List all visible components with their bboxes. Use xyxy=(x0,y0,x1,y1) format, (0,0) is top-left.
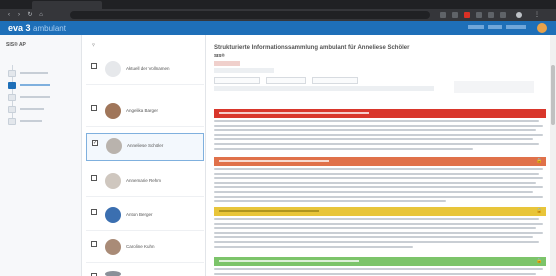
header-link[interactable] xyxy=(506,25,526,29)
address-bar[interactable] xyxy=(70,11,430,19)
patient-name: Caroline Kuhn xyxy=(126,244,155,249)
lock-icon[interactable]: 🔒 xyxy=(536,209,542,214)
step-marker xyxy=(8,82,16,89)
patient-item[interactable]: Aktuell der Vollnamen xyxy=(86,57,204,85)
avatar xyxy=(105,103,121,119)
profile-icon[interactable] xyxy=(516,12,522,18)
sidebar-step[interactable] xyxy=(8,117,78,126)
forward-icon[interactable]: › xyxy=(16,12,22,18)
section-text[interactable] xyxy=(214,218,546,250)
avatar xyxy=(106,138,122,154)
back-icon[interactable]: ‹ xyxy=(6,12,12,18)
patient-checkbox[interactable] xyxy=(91,175,97,181)
avatar xyxy=(105,173,121,189)
extension-icon[interactable] xyxy=(476,12,482,18)
status-badge xyxy=(214,61,240,66)
extension-icon[interactable] xyxy=(500,12,506,18)
step-label xyxy=(20,95,50,99)
sidebar: SIS® AP xyxy=(0,35,82,276)
step-label xyxy=(20,119,42,123)
sidebar-step[interactable] xyxy=(8,69,78,78)
step-label xyxy=(20,83,50,87)
search-icon: ⚲ xyxy=(92,42,95,47)
patient-item[interactable]: Caroline Kuhn xyxy=(86,235,204,263)
browser-tab[interactable] xyxy=(32,1,102,9)
page-title: Strukturierte Informationssammlung ambul… xyxy=(214,45,410,51)
section-header[interactable]: 🔒 xyxy=(214,207,546,216)
avatar xyxy=(105,271,121,276)
section-header[interactable] xyxy=(214,109,546,118)
lock-icon[interactable]: 🔒 xyxy=(536,159,542,164)
section-header[interactable]: 🔒 xyxy=(214,257,546,266)
sidebar-step[interactable] xyxy=(8,105,78,114)
meta-subtitle xyxy=(214,68,274,73)
logo-sub: ambulant xyxy=(33,24,66,33)
patient-list: ⚲ Aktuell der Vollnamen Angelika Barger … xyxy=(82,35,206,276)
avatar xyxy=(105,239,121,255)
logo-main: eva 3 xyxy=(8,23,31,33)
patient-item[interactable]: Annemarie Rehm xyxy=(86,169,204,197)
meta-field[interactable] xyxy=(214,77,260,84)
patient-item[interactable] xyxy=(86,267,204,276)
patient-name: Aktuell der Vollnamen xyxy=(126,66,170,71)
scroll-thumb[interactable] xyxy=(551,65,555,125)
menu-icon[interactable]: ⋮ xyxy=(534,12,540,18)
patient-checkbox[interactable] xyxy=(91,241,97,247)
step-label xyxy=(20,71,48,75)
topic-section: 🔒 xyxy=(214,257,546,276)
lock-icon[interactable]: 🔒 xyxy=(536,259,542,264)
step-marker xyxy=(8,94,16,101)
header-link[interactable] xyxy=(468,25,484,29)
sidebar-step[interactable] xyxy=(8,93,78,102)
sidebar-title: SIS® AP xyxy=(6,42,26,48)
patient-checkbox[interactable] xyxy=(91,209,97,215)
section-text[interactable] xyxy=(214,268,546,276)
sidebar-step-active[interactable] xyxy=(8,81,78,90)
patient-name: Anneliese Schöler xyxy=(127,143,164,148)
meta-field[interactable] xyxy=(266,77,306,84)
section-text[interactable] xyxy=(214,120,546,152)
meta-header: SIS® xyxy=(214,53,225,58)
meta-labels xyxy=(214,86,434,91)
patient-checkbox[interactable]: ✓ xyxy=(92,140,98,146)
topic-section: 🔒 xyxy=(214,157,546,207)
user-avatar[interactable] xyxy=(537,23,547,33)
meta-note xyxy=(454,81,534,93)
patient-name: Anton Berger xyxy=(126,212,153,217)
extension-icon[interactable] xyxy=(452,12,458,18)
patient-item-selected[interactable]: ✓ Anneliese Schöler xyxy=(86,133,204,161)
patient-item[interactable]: Angelika Barger xyxy=(86,99,204,127)
patient-checkbox[interactable] xyxy=(91,63,97,69)
step-marker xyxy=(8,106,16,113)
home-icon[interactable]: ⌂ xyxy=(38,12,44,18)
step-marker xyxy=(8,118,16,125)
avatar xyxy=(105,61,121,77)
topic-section xyxy=(214,109,546,153)
header-link[interactable] xyxy=(488,25,502,29)
step-label xyxy=(20,107,44,111)
app-header: eva 3 ambulant xyxy=(0,21,556,35)
sis-meta-form: SIS® xyxy=(214,53,546,95)
reload-icon[interactable]: ↻ xyxy=(27,12,33,18)
app-logo[interactable]: eva 3 ambulant xyxy=(8,23,66,34)
avatar xyxy=(105,207,121,223)
topic-section: 🔒 xyxy=(214,207,546,253)
meta-field[interactable] xyxy=(312,77,358,84)
patient-item[interactable]: Anton Berger xyxy=(86,203,204,231)
main-content: Strukturierte Informationssammlung ambul… xyxy=(206,35,550,276)
scrollbar[interactable] xyxy=(550,35,556,276)
patient-checkbox[interactable] xyxy=(91,105,97,111)
browser-tab-strip xyxy=(0,0,556,9)
section-header[interactable]: 🔒 xyxy=(214,157,546,166)
patient-name: Angelika Barger xyxy=(126,108,159,113)
step-marker xyxy=(8,70,16,77)
section-text[interactable] xyxy=(214,168,546,205)
extension-icon[interactable] xyxy=(464,12,470,18)
search-input[interactable]: ⚲ xyxy=(86,41,202,49)
extension-icon[interactable] xyxy=(440,12,446,18)
patient-name: Annemarie Rehm xyxy=(126,178,162,183)
browser-toolbar: ‹ › ↻ ⌂ ⋮ xyxy=(0,9,556,21)
extension-icon[interactable] xyxy=(488,12,494,18)
